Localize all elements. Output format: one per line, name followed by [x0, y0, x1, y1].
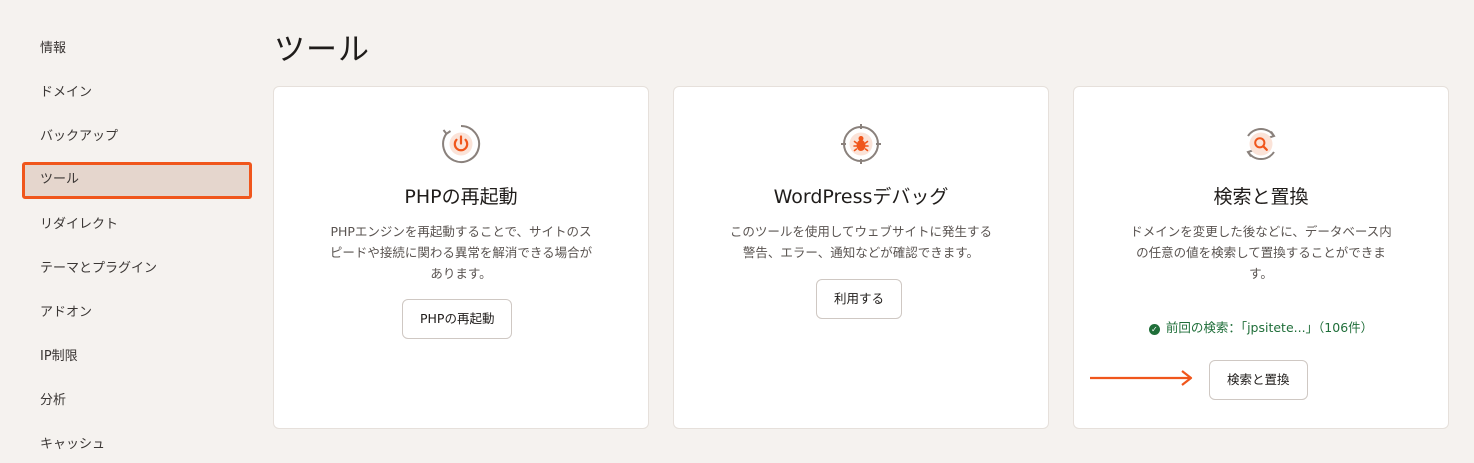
card-description: ドメインを変更した後などに、データベース内 の任意の値を検索して置換することがで… [1110, 221, 1412, 284]
sidebar-item-info[interactable]: 情報 [22, 31, 252, 67]
card-description: このツールを使用してウェブサイトに発生する 警告、エラー、通知などが確認できます… [710, 221, 1012, 263]
card-wp-debug: WordPressデバッグ このツールを使用してウェブサイトに発生する 警告、エ… [673, 86, 1049, 429]
desc-line: このツールを使用してウェブサイトに発生する [729, 224, 993, 239]
desc-line: す。 [1249, 266, 1273, 281]
sidebar: 情報 ドメイン バックアップ ツール リダイレクト テーマとプラグイン アドオン… [0, 0, 256, 452]
card-title: 検索と置換 [1213, 186, 1309, 208]
desc-line: あります。 [430, 266, 492, 281]
desc-line: の任意の値を検索して置換することができま [1136, 245, 1386, 260]
arrow-right-icon [1090, 370, 1193, 386]
card-title: PHPの再起動 [404, 186, 518, 208]
sidebar-item-addons[interactable]: アドオン [22, 295, 252, 331]
check-circle-icon: ✓ [1148, 324, 1160, 335]
sidebar-item-domain[interactable]: ドメイン [22, 75, 252, 111]
sidebar-item-ip-restriction[interactable]: IP制限 [22, 339, 252, 375]
card-php-restart: PHPの再起動 PHPエンジンを再起動することで、サイトのス ピードや接続に関わ… [273, 86, 649, 429]
desc-line: ドメインを変更した後などに、データベース内 [1130, 224, 1392, 239]
page-title: ツール [274, 32, 370, 68]
bug-icon [841, 124, 881, 164]
search-replace-button[interactable]: 検索と置換 [1209, 360, 1308, 400]
sidebar-item-cache[interactable]: キャッシュ [22, 427, 252, 463]
card-title: WordPressデバッグ [773, 186, 949, 208]
sidebar-item-tools[interactable]: ツール [22, 162, 252, 199]
desc-line: PHPエンジンを再起動することで、サイトのス [330, 224, 592, 239]
sidebar-item-analytics[interactable]: 分析 [22, 383, 252, 419]
card-description: PHPエンジンを再起動することで、サイトのス ピードや接続に関わる異常を解消でき… [310, 221, 612, 284]
desc-line: ピードや接続に関わる異常を解消できる場合が [329, 245, 593, 260]
sidebar-item-backup[interactable]: バックアップ [22, 119, 252, 155]
php-restart-button[interactable]: PHPの再起動 [402, 299, 513, 339]
last-search-status: ✓ 前回の検索：「jpsitete...」（106件） [1074, 317, 1448, 336]
sidebar-item-themes-plugins[interactable]: テーマとプラグイン [22, 251, 252, 287]
desc-line: 警告、エラー、通知などが確認できます。 [742, 245, 980, 260]
last-search-text: 前回の検索：「jpsitete...」（106件） [1165, 320, 1374, 335]
power-icon [442, 124, 481, 163]
sidebar-item-redirect[interactable]: リダイレクト [22, 207, 252, 243]
search-replace-icon [1246, 127, 1276, 161]
wp-debug-use-button[interactable]: 利用する [816, 279, 903, 319]
